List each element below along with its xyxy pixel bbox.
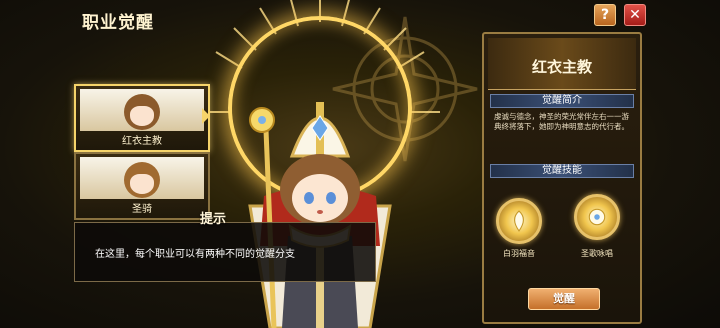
skill-holy-hymn[interactable] bbox=[574, 194, 620, 240]
selection-arrow-icon bbox=[202, 108, 210, 124]
class-card-paladin[interactable]: 圣骑 bbox=[74, 152, 210, 220]
cardinal-avatar bbox=[124, 94, 160, 130]
class-name-banner: 红衣主教 bbox=[488, 38, 636, 90]
tip-text: 在这里，每个职业可以有两种不同的觉醒分支 bbox=[95, 248, 295, 260]
page-title: 职业觉醒 bbox=[82, 13, 154, 33]
cardinal-character-illustration bbox=[248, 102, 392, 328]
skill-label: 白羽福音 bbox=[503, 249, 535, 258]
skills-section-header: 觉醒技能 bbox=[490, 164, 634, 178]
paladin-portrait bbox=[80, 157, 204, 199]
class-card-cardinal[interactable]: 红衣主教 bbox=[74, 84, 210, 152]
skill-white-feather[interactable] bbox=[496, 198, 542, 244]
close-button[interactable]: ✕ bbox=[624, 4, 646, 26]
intro-description: 虔诚与德念，神圣的荣光常伴左右一一游典终将落下，她即为神明意志的代行者。 bbox=[494, 112, 629, 131]
awaken-button[interactable]: 觉醒 bbox=[528, 288, 600, 310]
cardinal-portrait bbox=[80, 89, 204, 131]
tip-title: 提示 bbox=[200, 212, 227, 227]
holy-hymn-icon bbox=[588, 208, 606, 226]
skill-label: 圣歌咏唱 bbox=[581, 249, 613, 258]
help-button[interactable]: ? bbox=[594, 4, 616, 26]
class-name: 红衣主教 bbox=[531, 58, 592, 76]
tip-box: 在这里，每个职业可以有两种不同的觉醒分支 bbox=[74, 222, 376, 282]
intro-section-header: 觉醒简介 bbox=[490, 94, 634, 108]
paladin-avatar bbox=[124, 162, 160, 198]
class-card-label: 红衣主教 bbox=[122, 136, 162, 147]
class-card-label: 圣骑 bbox=[132, 204, 152, 215]
white-feather-icon bbox=[514, 210, 524, 232]
class-detail-panel: 红衣主教 觉醒简介 虔诚与德念，神圣的荣光常伴左右一一游典终将落下，她即为神明意… bbox=[482, 32, 642, 324]
